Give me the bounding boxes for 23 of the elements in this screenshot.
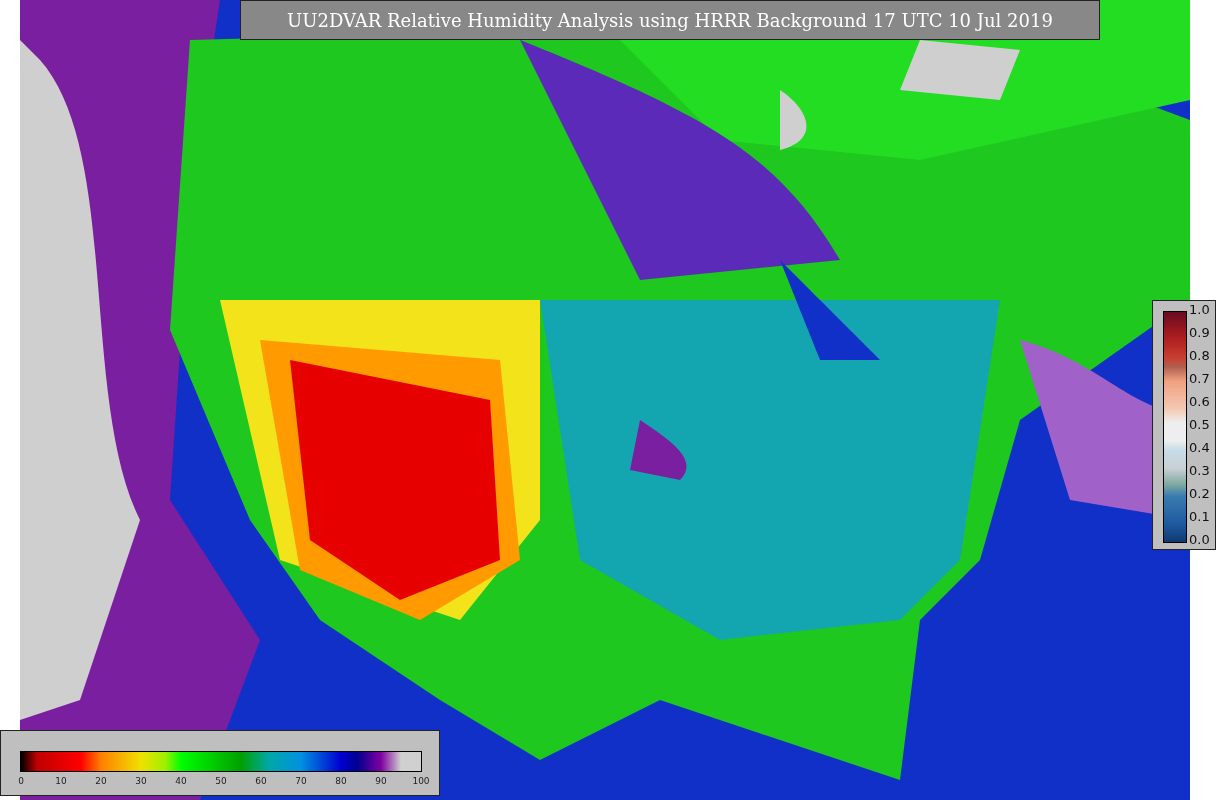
tick-label: 40 <box>175 776 187 786</box>
tick-label: 0.5 <box>1189 416 1210 434</box>
tick-label: 0.9 <box>1189 324 1210 342</box>
tick-label: 0 <box>18 776 24 786</box>
tick-label: 30 <box>135 776 147 786</box>
tick-label: 60 <box>255 776 267 786</box>
tick-label: 0.2 <box>1189 485 1210 503</box>
tick-label: 70 <box>295 776 307 786</box>
tick-label: 0.8 <box>1189 347 1210 365</box>
tick-label: 0.3 <box>1189 462 1210 480</box>
tick-label: 0.7 <box>1189 370 1210 388</box>
tick-label: 0.1 <box>1189 508 1210 526</box>
tick-label: 50 <box>215 776 227 786</box>
tick-label: 10 <box>55 776 67 786</box>
tick-label: 1.0 <box>1189 301 1210 319</box>
tick-label: 0.6 <box>1189 393 1210 411</box>
tick-label: 0.0 <box>1189 531 1210 549</box>
map-title: UU2DVAR Relative Humidity Analysis using HRRR Background 17 UTC 10 Jul 2019 <box>240 0 1100 40</box>
tick-label: 80 <box>335 776 347 786</box>
tick-label: 100 <box>412 776 430 786</box>
tick-label: 0.4 <box>1189 439 1210 457</box>
tick-label: 90 <box>375 776 387 786</box>
tick-label: 20 <box>95 776 107 786</box>
